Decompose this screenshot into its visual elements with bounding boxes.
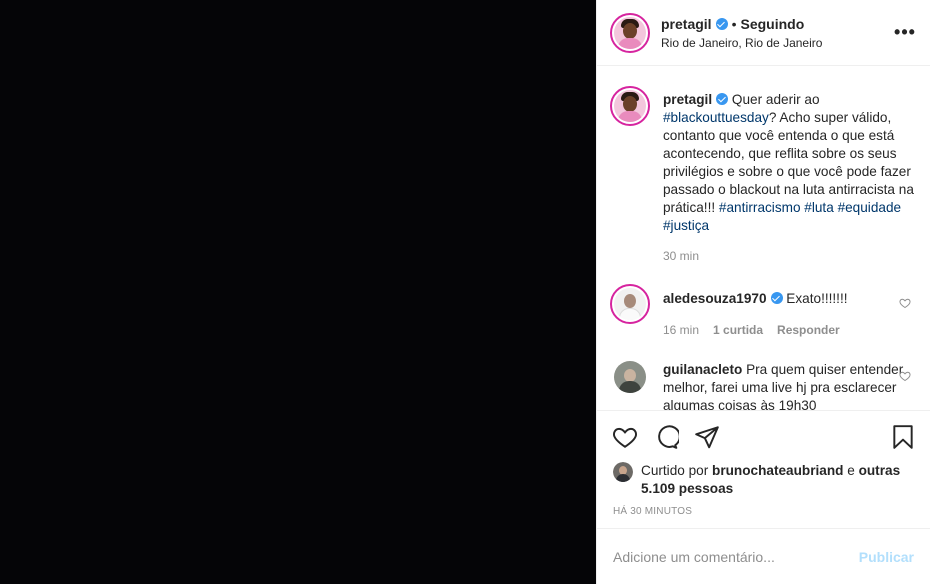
liked-by-conjunction: e	[843, 463, 859, 478]
post-actions-bar	[597, 410, 930, 462]
more-options-icon[interactable]: •••	[894, 22, 916, 43]
hashtag-link[interactable]: #blackouttuesday	[663, 110, 769, 125]
liker-username[interactable]: brunochateaubriand	[712, 463, 843, 478]
comment-time[interactable]: 16 min	[663, 323, 699, 337]
post-side-panel: pretagil • Seguindo Rio de Janeiro, Rio …	[596, 0, 930, 584]
caption-avatar[interactable]	[610, 86, 650, 126]
publish-button[interactable]: Publicar	[859, 549, 914, 565]
share-icon[interactable]	[694, 424, 720, 450]
hashtag-link[interactable]: #antirracismo	[719, 200, 801, 215]
bookmark-icon[interactable]	[890, 424, 916, 450]
caption-text-1: Quer aderir ao	[728, 92, 820, 107]
post-image-black[interactable]	[0, 0, 596, 584]
separator-dot: •	[731, 15, 737, 32]
commenter-username[interactable]: guilanacleto	[663, 362, 742, 377]
liker-avatar[interactable]	[613, 462, 633, 482]
post-timestamp[interactable]: HÁ 30 MINUTOS	[597, 506, 930, 528]
comment-item: guilanacleto Pra quem quiser entender me…	[610, 357, 914, 410]
commenter-username[interactable]: aledesouza1970	[663, 291, 767, 306]
caption-time[interactable]: 30 min	[663, 249, 699, 263]
hashtag-link[interactable]: #luta	[804, 200, 833, 215]
verified-badge-icon	[715, 17, 728, 30]
reply-button[interactable]: Responder	[777, 323, 840, 337]
comment-likes-count[interactable]: 1 curtida	[713, 323, 763, 337]
comments-list[interactable]: pretagil Quer aderir ao #blackouttuesday…	[597, 66, 930, 410]
commenter-avatar[interactable]	[610, 284, 650, 324]
instagram-post-view: pretagil • Seguindo Rio de Janeiro, Rio …	[0, 0, 930, 584]
post-location[interactable]: Rio de Janeiro, Rio de Janeiro	[661, 36, 894, 50]
liked-by-prefix: Curtido por	[641, 463, 713, 478]
comment-like-heart-icon[interactable]	[899, 370, 911, 382]
comment-input[interactable]	[613, 548, 859, 565]
post-caption: pretagil Quer aderir ao #blackouttuesday…	[610, 86, 914, 263]
verified-badge-icon	[716, 93, 729, 105]
following-button[interactable]: Seguindo	[740, 16, 804, 32]
commenter-avatar[interactable]	[610, 357, 650, 397]
author-avatar[interactable]	[610, 12, 650, 53]
hashtag-link[interactable]: #equidade	[838, 200, 902, 215]
comment-like-heart-icon[interactable]	[899, 297, 911, 309]
heart-icon[interactable]	[612, 424, 638, 450]
comment-text: Exato!!!!!!!	[782, 291, 848, 306]
likes-summary: Curtido por brunochateaubriand e outras …	[597, 462, 930, 498]
author-username[interactable]: pretagil	[661, 16, 712, 32]
add-comment-bar: Publicar	[597, 528, 930, 584]
verified-badge-icon	[770, 292, 783, 304]
post-header: pretagil • Seguindo Rio de Janeiro, Rio …	[597, 0, 930, 66]
hashtag-link[interactable]: #justiça	[663, 218, 709, 233]
comment-icon[interactable]	[653, 424, 679, 450]
comment-item: aledesouza1970 Exato!!!!!!! 16 min 1 cur…	[610, 284, 914, 337]
caption-username[interactable]: pretagil	[663, 92, 712, 107]
